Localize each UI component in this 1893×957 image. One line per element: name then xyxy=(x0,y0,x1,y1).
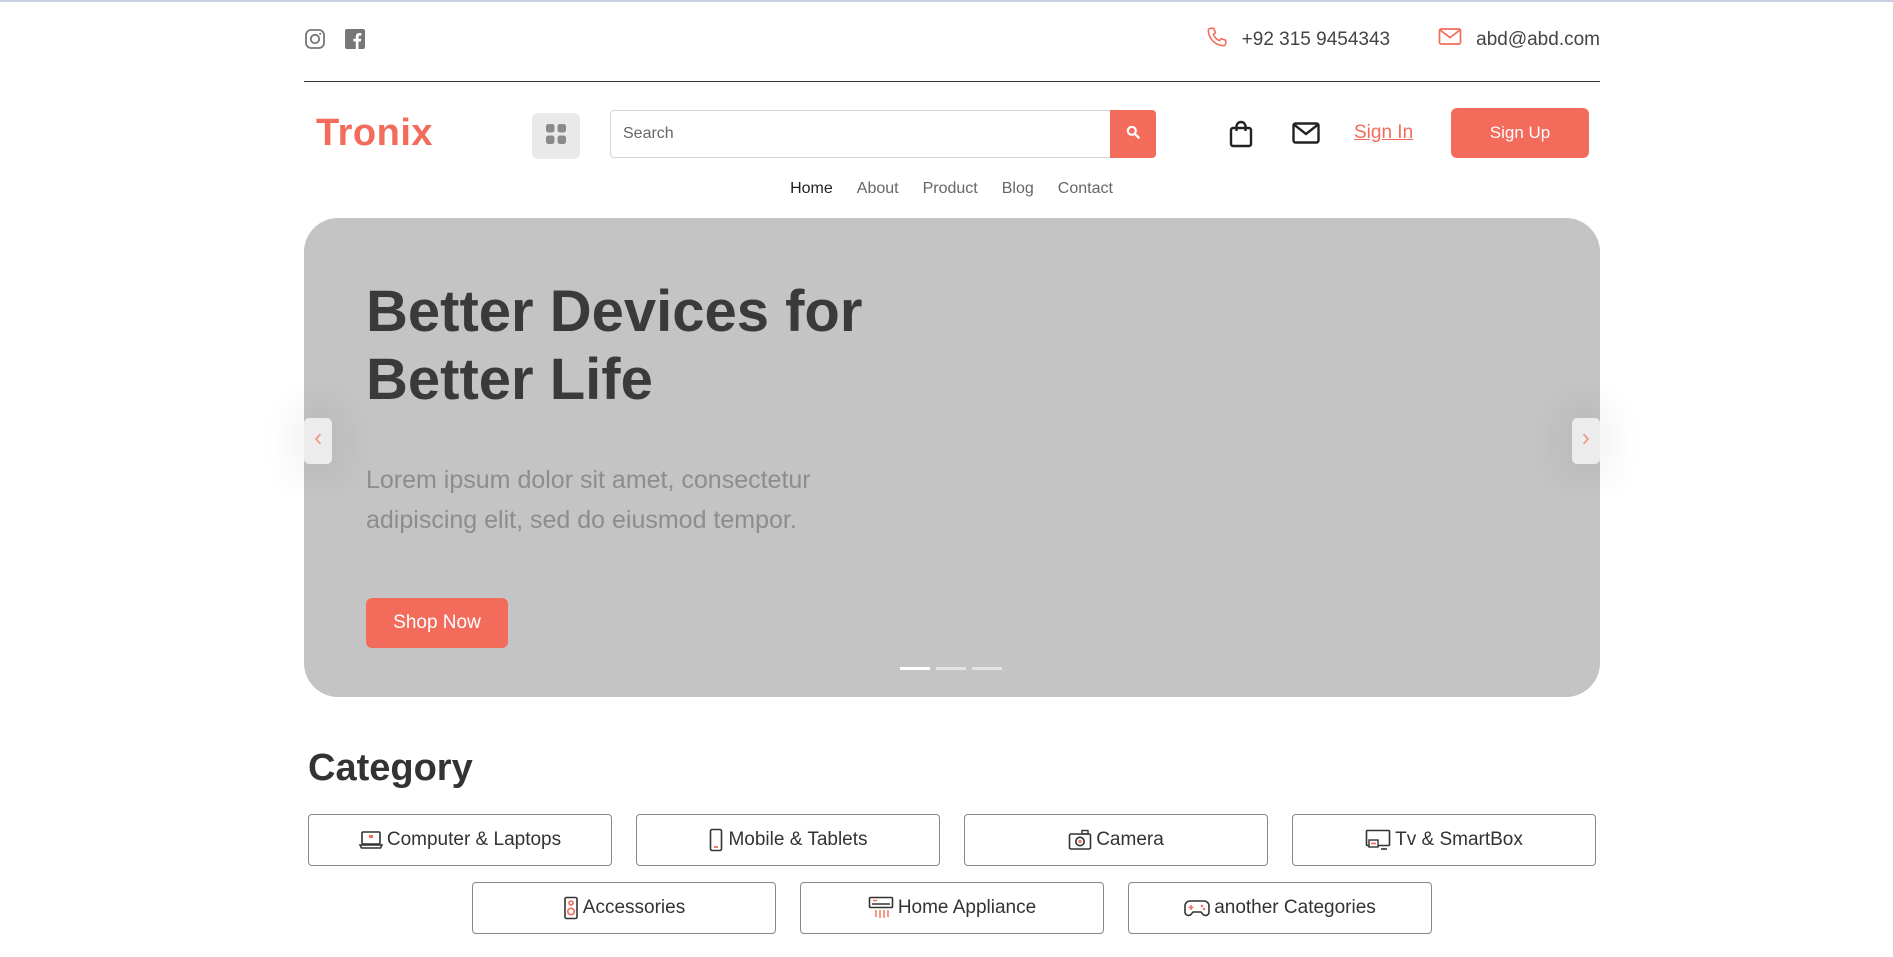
chevron-right-icon xyxy=(1581,431,1591,452)
chevron-left-icon xyxy=(313,431,323,452)
category-label: another Categories xyxy=(1214,897,1376,918)
category-another[interactable]: another Categories xyxy=(1128,882,1432,934)
category-label: Mobile & Tablets xyxy=(728,829,868,850)
email-address: abd@abd.com xyxy=(1476,28,1600,50)
category-label: Accessories xyxy=(582,897,686,918)
phone-contact[interactable]: +92 315 9454343 xyxy=(1206,26,1390,53)
category-title: Category xyxy=(308,747,473,789)
search-input[interactable] xyxy=(611,111,1110,157)
hero-banner: Better Devices for Better Life Lorem ips… xyxy=(304,218,1600,697)
hero-title-line1: Better Devices for xyxy=(366,279,863,344)
category-label: Tv & SmartBox xyxy=(1395,829,1523,850)
mobile-icon xyxy=(708,828,724,852)
nav-blog[interactable]: Blog xyxy=(1002,180,1034,198)
category-mobile-tablets[interactable]: Mobile & Tablets xyxy=(636,814,940,866)
category-label: Camera xyxy=(1096,829,1164,850)
nav-about[interactable]: About xyxy=(857,180,899,198)
instagram-icon[interactable] xyxy=(304,28,326,50)
slider-next-button[interactable] xyxy=(1572,418,1600,464)
tv-icon xyxy=(1365,829,1391,851)
logo[interactable]: Tronix xyxy=(316,112,433,155)
nav-contact[interactable]: Contact xyxy=(1058,180,1113,198)
header: Tronix Sign In Sign Up xyxy=(304,82,1600,182)
slide-indicator-1[interactable] xyxy=(900,667,930,670)
envelope-icon xyxy=(1438,27,1462,52)
top-bar: +92 315 9454343 abd@abd.com xyxy=(304,0,1600,82)
sign-up-button[interactable]: Sign Up xyxy=(1451,108,1589,158)
category-label: Computer & Laptops xyxy=(386,829,562,850)
nav-home[interactable]: Home xyxy=(790,180,833,198)
category-label: Home Appliance xyxy=(897,897,1037,918)
social-links xyxy=(304,28,366,50)
search-bar xyxy=(610,110,1156,158)
hero-text: Lorem ipsum dolor sit amet, consectetur … xyxy=(366,466,811,534)
air-conditioner-icon xyxy=(868,896,894,920)
hero-title: Better Devices for Better Life xyxy=(366,278,986,414)
category-tv-smartbox[interactable]: Tv & SmartBox xyxy=(1292,814,1596,866)
grid-icon xyxy=(545,123,567,150)
phone-icon xyxy=(1206,26,1228,53)
hero-title-line2: Better Life xyxy=(366,347,653,412)
category-home-appliance[interactable]: Home Appliance xyxy=(800,882,1104,934)
nav-product[interactable]: Product xyxy=(923,180,978,198)
gamepad-icon xyxy=(1184,898,1210,918)
shop-now-button[interactable]: Shop Now xyxy=(366,598,508,648)
main-nav: Home About Product Blog Contact xyxy=(0,180,1893,198)
search-icon xyxy=(1126,125,1140,144)
slider-indicators xyxy=(900,667,1002,670)
search-button[interactable] xyxy=(1110,110,1156,158)
email-contact[interactable]: abd@abd.com xyxy=(1438,27,1600,52)
category-computer-laptops[interactable]: Computer & Laptops xyxy=(308,814,612,866)
phone-number: +92 315 9454343 xyxy=(1241,28,1391,50)
shopping-bag-icon[interactable] xyxy=(1228,120,1254,153)
category-camera[interactable]: Camera xyxy=(964,814,1268,866)
contact-info: +92 315 9454343 abd@abd.com xyxy=(1158,26,1600,53)
sign-in-link[interactable]: Sign In xyxy=(1354,122,1413,144)
slide-indicator-3[interactable] xyxy=(972,667,1002,670)
camera-icon xyxy=(1068,829,1092,851)
slide-indicator-2[interactable] xyxy=(936,667,966,670)
categories-grid-button[interactable] xyxy=(532,113,580,159)
facebook-icon[interactable] xyxy=(344,28,366,50)
laptop-icon xyxy=(358,830,383,850)
speaker-icon xyxy=(563,896,579,920)
slider-prev-button[interactable] xyxy=(304,418,332,464)
mail-icon[interactable] xyxy=(1292,122,1320,149)
category-accessories[interactable]: Accessories xyxy=(472,882,776,934)
